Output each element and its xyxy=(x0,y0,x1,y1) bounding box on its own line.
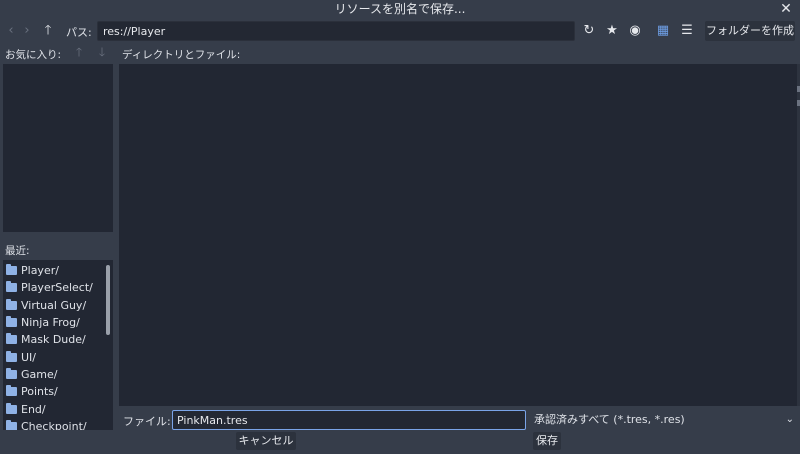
toolbar: ‹ › 🡑 パス: ↻ ★ ◉ ▦ ☰ フォルダーを作成 xyxy=(0,20,800,42)
recent-item[interactable]: PlayerSelect/ xyxy=(3,280,107,296)
recent-scrollbar[interactable] xyxy=(106,265,110,335)
file-filter-select[interactable]: 承認済みすべて (*.tres, *.res) ⌄ xyxy=(530,410,798,430)
recent-item[interactable]: Checkpoint/ xyxy=(3,419,107,430)
recent-item[interactable]: Mask Dude/ xyxy=(3,332,107,348)
move-favorite-down-icon[interactable]: 🡓 xyxy=(93,43,111,61)
recent-item[interactable]: Virtual Guy/ xyxy=(3,298,107,314)
cancel-button[interactable]: キャンセル xyxy=(236,432,296,450)
file-list-area[interactable] xyxy=(119,64,797,406)
folder-icon xyxy=(6,385,17,396)
folder-icon xyxy=(6,264,17,275)
recent-item[interactable]: Player/ xyxy=(3,263,107,279)
folder-icon xyxy=(6,333,17,344)
folder-icon xyxy=(6,420,17,430)
refresh-icon[interactable]: ↻ xyxy=(580,22,598,40)
folder-icon xyxy=(6,403,17,414)
recent-label: 最近: xyxy=(5,245,30,257)
path-label: パス: xyxy=(66,26,92,39)
list-view-icon[interactable]: ☰ xyxy=(678,22,696,40)
recent-item[interactable]: Game/ xyxy=(3,367,107,383)
path-input[interactable] xyxy=(97,21,575,41)
favorites-list[interactable] xyxy=(3,64,113,232)
chevron-down-icon: ⌄ xyxy=(785,414,794,425)
recent-item[interactable]: UI/ xyxy=(3,350,107,366)
filename-input[interactable] xyxy=(172,410,526,430)
save-button[interactable]: 保存 xyxy=(533,432,561,450)
directories-label: ディレクトリとファイル: xyxy=(122,49,241,61)
folder-icon xyxy=(6,368,17,379)
file-label: ファイル: xyxy=(123,415,171,428)
recent-list[interactable]: Player/ PlayerSelect/ Virtual Guy/ Ninja… xyxy=(3,260,113,430)
close-icon[interactable]: ✕ xyxy=(778,1,794,17)
chevron-right-icon[interactable]: › xyxy=(18,22,36,40)
star-icon[interactable]: ★ xyxy=(603,22,621,40)
folder-icon xyxy=(6,351,17,362)
arrow-up-icon[interactable]: 🡑 xyxy=(39,22,57,40)
file-filter-value: 承認済みすべて (*.tres, *.res) xyxy=(534,413,685,426)
move-favorite-up-icon[interactable]: 🡑 xyxy=(70,43,88,61)
window-title: リソースを別名で保存... xyxy=(334,2,466,16)
grid-view-icon[interactable]: ▦ xyxy=(654,22,672,40)
folder-icon xyxy=(6,281,17,292)
folder-icon xyxy=(6,316,17,327)
recent-item[interactable]: Points/ xyxy=(3,384,107,400)
favorites-label: お気に入り: xyxy=(5,49,62,61)
create-folder-button[interactable]: フォルダーを作成 xyxy=(705,21,795,41)
eye-icon[interactable]: ◉ xyxy=(626,22,644,40)
folder-icon xyxy=(6,299,17,310)
recent-item[interactable]: End/ xyxy=(3,402,107,418)
recent-item[interactable]: Ninja Frog/ xyxy=(3,315,107,331)
